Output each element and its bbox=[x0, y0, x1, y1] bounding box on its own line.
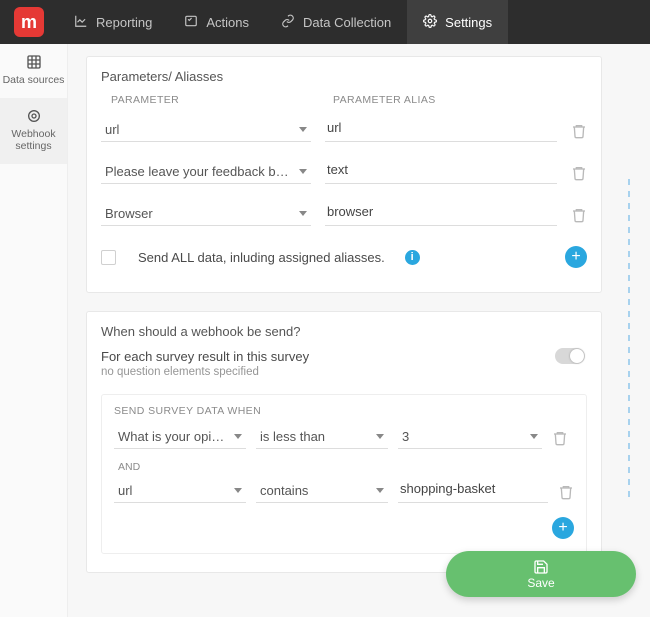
tab-label: Reporting bbox=[96, 15, 152, 30]
column-header-alias: PARAMETER ALIAS bbox=[333, 94, 587, 106]
condition-value-select[interactable]: 3 bbox=[398, 423, 542, 453]
condition-field-select[interactable]: url bbox=[114, 477, 246, 507]
delete-condition-button[interactable] bbox=[552, 430, 568, 446]
brand-logo[interactable]: m bbox=[0, 0, 58, 44]
send-all-label: Send ALL data, inluding assigned aliasse… bbox=[138, 250, 385, 265]
save-button[interactable]: Save bbox=[446, 551, 636, 597]
add-parameter-button[interactable]: + bbox=[565, 246, 587, 268]
chevron-down-icon bbox=[376, 434, 384, 439]
chevron-down-icon bbox=[299, 211, 307, 216]
target-icon bbox=[2, 108, 65, 124]
and-label: AND bbox=[118, 461, 574, 473]
info-icon[interactable]: i bbox=[405, 250, 420, 265]
timeline-track bbox=[628, 179, 630, 497]
condition-field-select[interactable]: What is your opinion of … bbox=[114, 423, 246, 453]
parameter-select[interactable]: url bbox=[101, 116, 311, 146]
tab-actions[interactable]: Actions bbox=[168, 0, 265, 44]
parameter-row: Browser bbox=[101, 194, 587, 236]
parameters-title: Parameters/ Aliasses bbox=[101, 69, 587, 84]
delete-row-button[interactable] bbox=[571, 123, 587, 139]
chevron-down-icon bbox=[234, 488, 242, 493]
grid-icon bbox=[2, 54, 65, 70]
sidebar-item-label: Data sources bbox=[3, 74, 65, 86]
link-icon bbox=[281, 14, 295, 31]
when-title: When should a webhook be send? bbox=[101, 324, 587, 339]
tab-label: Actions bbox=[206, 15, 249, 30]
top-nav: m Reporting Actions Data Collection Setting… bbox=[0, 0, 650, 44]
condition-value-input[interactable] bbox=[398, 477, 548, 507]
delete-condition-button[interactable] bbox=[558, 484, 574, 500]
alias-input[interactable] bbox=[325, 116, 557, 146]
tab-data-collection[interactable]: Data Collection bbox=[265, 0, 407, 44]
alias-input[interactable] bbox=[325, 200, 557, 230]
chart-line-icon bbox=[74, 14, 88, 31]
add-condition-button[interactable]: + bbox=[552, 517, 574, 539]
tab-settings[interactable]: Settings bbox=[407, 0, 508, 44]
save-label: Save bbox=[527, 576, 554, 590]
tab-label: Settings bbox=[445, 15, 492, 30]
chevron-down-icon bbox=[299, 169, 307, 174]
tab-label: Data Collection bbox=[303, 15, 391, 30]
tab-reporting[interactable]: Reporting bbox=[58, 0, 168, 44]
each-result-toggle[interactable] bbox=[555, 348, 585, 364]
delete-row-button[interactable] bbox=[571, 165, 587, 181]
checklist-icon bbox=[184, 14, 198, 31]
condition-row: What is your opinion of … is less than 3 bbox=[114, 423, 574, 453]
chevron-down-icon bbox=[234, 434, 242, 439]
each-result-label: For each survey result in this survey bbox=[101, 349, 587, 364]
chevron-down-icon bbox=[376, 488, 384, 493]
parameters-panel: Parameters/ Aliasses PARAMETER PARAMETER… bbox=[86, 56, 602, 293]
gear-icon bbox=[423, 14, 437, 31]
webhook-when-panel: When should a webhook be send? For each … bbox=[86, 311, 602, 573]
condition-row: url contains bbox=[114, 477, 574, 507]
sidebar-item-data-sources[interactable]: Data sources bbox=[0, 44, 67, 98]
left-sidebar: Data sources Webhook settings bbox=[0, 44, 68, 617]
send-all-checkbox[interactable] bbox=[101, 250, 116, 265]
each-result-sub: no question elements specified bbox=[101, 366, 587, 378]
delete-row-button[interactable] bbox=[571, 207, 587, 223]
save-icon bbox=[533, 559, 549, 575]
sidebar-item-webhook-settings[interactable]: Webhook settings bbox=[0, 98, 67, 164]
chevron-down-icon bbox=[530, 434, 538, 439]
condition-operator-select[interactable]: contains bbox=[256, 477, 388, 507]
condition-operator-select[interactable]: is less than bbox=[256, 423, 388, 453]
conditions-title: SEND SURVEY DATA WHEN bbox=[114, 405, 574, 417]
chevron-down-icon bbox=[299, 127, 307, 132]
parameter-select[interactable]: Please leave your feedback below: bbox=[101, 158, 311, 188]
alias-input[interactable] bbox=[325, 158, 557, 188]
brand-badge: m bbox=[14, 7, 44, 37]
conditions-panel: SEND SURVEY DATA WHEN What is your opini… bbox=[101, 394, 587, 554]
column-header-parameter: PARAMETER bbox=[111, 94, 333, 106]
parameter-row: Please leave your feedback below: bbox=[101, 152, 587, 194]
sidebar-item-label: Webhook settings bbox=[11, 128, 55, 152]
parameter-row: url bbox=[101, 110, 587, 152]
parameter-select[interactable]: Browser bbox=[101, 200, 311, 230]
